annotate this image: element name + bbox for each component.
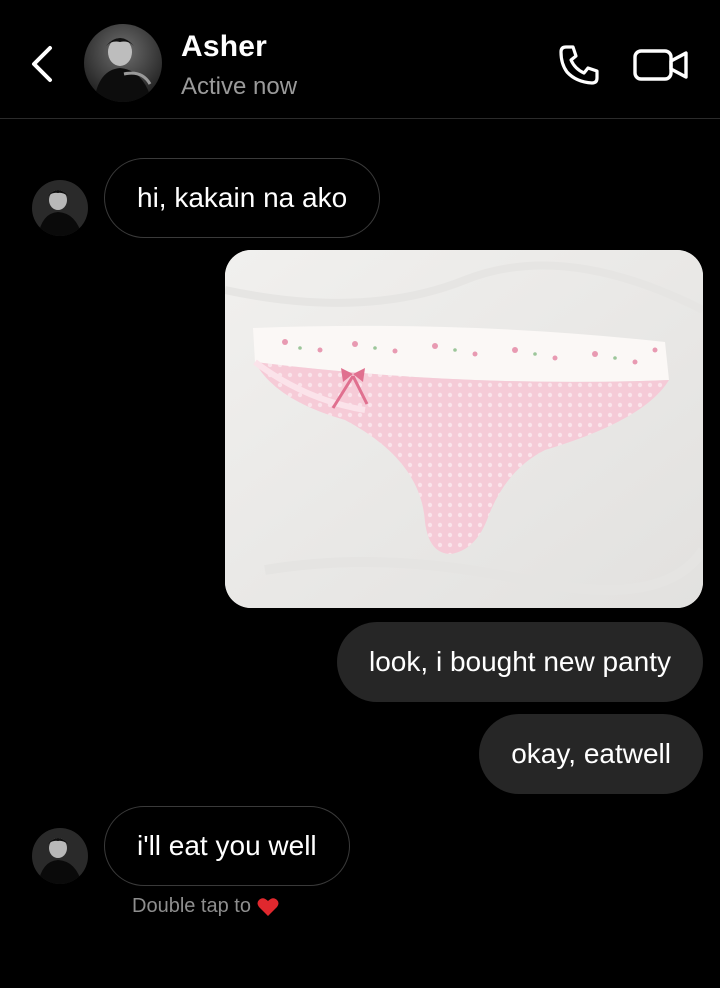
message-bubble-incoming[interactable]: hi, kakain na ako xyxy=(104,158,381,238)
voice-call-button[interactable] xyxy=(554,40,604,90)
message-bubble-outgoing[interactable]: look, i bought new panty xyxy=(337,622,703,702)
message-text: i'll eat you well xyxy=(137,830,317,861)
header-divider xyxy=(0,118,720,119)
message-text: hi, kakain na ako xyxy=(137,182,348,213)
message-text: okay, eatwell xyxy=(511,738,671,769)
message-bubble-outgoing[interactable]: okay, eatwell xyxy=(479,714,703,794)
message-text: look, i bought new panty xyxy=(369,646,671,677)
image-message[interactable] xyxy=(225,250,703,608)
double-tap-hint: Double tap to xyxy=(132,895,279,918)
back-button[interactable] xyxy=(22,40,62,88)
phone-icon xyxy=(559,45,599,85)
active-status: Active now xyxy=(181,73,298,100)
chat-screen: Asher Active now hi, kakain na ako look,… xyxy=(0,0,720,988)
sender-avatar[interactable] xyxy=(32,828,88,884)
message-bubble-incoming[interactable]: i'll eat you well xyxy=(104,806,350,886)
heart-icon xyxy=(257,897,279,916)
contact-name[interactable]: Asher xyxy=(181,30,267,64)
video-call-button[interactable] xyxy=(630,40,692,90)
chat-header: Asher Active now xyxy=(0,0,720,118)
double-tap-text: Double tap to xyxy=(132,895,251,917)
contact-avatar[interactable] xyxy=(84,24,162,102)
video-camera-icon xyxy=(633,49,688,81)
chevron-left-icon xyxy=(32,46,52,82)
sender-avatar[interactable] xyxy=(32,180,88,236)
